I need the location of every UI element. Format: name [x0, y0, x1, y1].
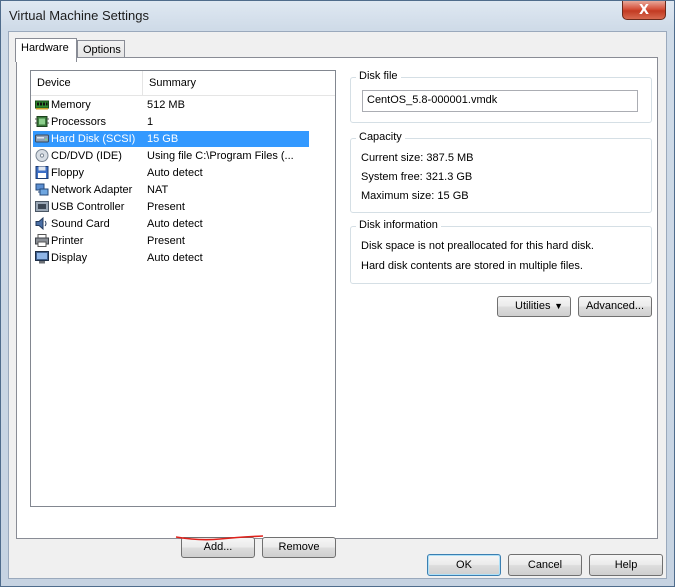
device-row-usb-controller[interactable]: USB Controller Present: [33, 199, 309, 215]
close-icon: X: [638, 2, 650, 18]
device-list[interactable]: Device Summary Memory 512 MB Processors …: [30, 70, 336, 507]
device-name: Network Adapter: [51, 184, 133, 196]
device-row-hard-disk[interactable]: Hard Disk (SCSI) 15 GB: [33, 131, 309, 147]
help-button-label: Help: [614, 559, 638, 571]
device-name: USB Controller: [51, 201, 125, 213]
device-name: Sound Card: [51, 218, 110, 230]
device-row-network-adapter[interactable]: Network Adapter NAT: [33, 182, 309, 198]
disk-information-label: Disk information: [356, 219, 441, 231]
tab-options-label: Options: [83, 44, 121, 56]
advanced-button-label: Advanced...: [585, 300, 645, 312]
capacity-group: Capacity Current size: 387.5 MB System f…: [350, 131, 652, 213]
sound-card-icon: [35, 217, 47, 230]
tab-hardware-label: Hardware: [21, 42, 69, 54]
tab-hardware[interactable]: Hardware: [15, 38, 77, 62]
help-button[interactable]: Help: [589, 554, 663, 576]
disk-file-label: Disk file: [356, 70, 401, 82]
red-underline-annotation: [175, 535, 264, 541]
utilities-button-label: Utilities: [515, 300, 551, 312]
column-summary-label: Summary: [149, 77, 197, 89]
current-size-text: Current size: 387.5 MB: [361, 152, 474, 164]
device-summary: Present: [147, 201, 185, 213]
remove-button[interactable]: Remove: [262, 537, 336, 558]
device-row-sound-card[interactable]: Sound Card Auto detect: [33, 216, 309, 232]
device-row-printer[interactable]: Printer Present: [33, 233, 309, 249]
device-list-header: Device Summary: [31, 71, 335, 96]
maximum-size-text: Maximum size: 15 GB: [361, 190, 469, 202]
hard-disk-icon: [35, 134, 49, 143]
add-button-label: Add...: [203, 541, 233, 553]
network-adapter-icon: [35, 183, 49, 196]
device-summary: Auto detect: [147, 252, 203, 264]
column-header-device[interactable]: Device: [31, 71, 143, 95]
floppy-icon: [35, 166, 49, 179]
device-row-floppy[interactable]: Floppy Auto detect: [33, 165, 309, 181]
device-name: Processors: [51, 116, 107, 128]
disk-file-group: Disk file CentOS_5.8-000001.vmdk: [350, 70, 652, 123]
memory-icon: [35, 100, 49, 110]
cancel-button-label: Cancel: [527, 559, 563, 571]
dropdown-arrow-icon: ▼: [554, 301, 563, 311]
device-summary: NAT: [147, 184, 169, 196]
device-name: Hard Disk (SCSI): [51, 133, 136, 145]
capacity-label: Capacity: [356, 131, 405, 143]
device-name: Floppy: [51, 167, 85, 179]
device-row-memory[interactable]: Memory 512 MB: [33, 97, 309, 113]
device-summary: Auto detect: [147, 167, 203, 179]
device-row-display[interactable]: Display Auto detect: [33, 250, 309, 266]
hardware-tab-panel: Device Summary Memory 512 MB Processors …: [16, 57, 658, 558]
ok-button-label: OK: [456, 559, 472, 571]
advanced-button[interactable]: Advanced...: [578, 296, 652, 317]
title-bar[interactable]: Virtual Machine Settings X: [1, 1, 674, 31]
processor-icon: [35, 116, 49, 127]
device-summary: 1: [147, 116, 154, 128]
device-name: Memory: [51, 99, 91, 111]
close-button[interactable]: X: [622, 1, 666, 20]
column-device-label: Device: [37, 77, 71, 89]
dialog-body: Hardware Options Device Summary Memory 5…: [8, 31, 667, 579]
device-summary: Auto detect: [147, 218, 203, 230]
device-row-cd-dvd[interactable]: CD/DVD (IDE) Using file C:\Program Files…: [33, 148, 309, 164]
disk-info-multiple-files-text: Hard disk contents are stored in multipl…: [361, 260, 583, 272]
vm-settings-window: Virtual Machine Settings X Hardware Opti…: [0, 0, 675, 587]
window-title: Virtual Machine Settings: [9, 8, 149, 23]
disk-information-group: Disk information Disk space is not preal…: [350, 219, 652, 284]
device-row-processors[interactable]: Processors 1: [33, 114, 309, 130]
cd-dvd-icon: [35, 149, 49, 162]
column-header-summary[interactable]: Summary: [143, 71, 336, 95]
ok-button[interactable]: OK: [427, 554, 501, 576]
device-summary: 15 GB: [147, 133, 179, 145]
remove-button-label: Remove: [278, 541, 320, 553]
device-name: Display: [51, 252, 88, 264]
device-summary: Present: [147, 235, 185, 247]
disk-file-field[interactable]: CentOS_5.8-000001.vmdk: [362, 90, 638, 112]
system-free-text: System free: 321.3 GB: [361, 171, 473, 183]
disk-info-preallocation-text: Disk space is not preallocated for this …: [361, 240, 594, 252]
device-summary: 512 MB: [147, 99, 185, 111]
device-name: Printer: [51, 235, 84, 247]
usb-controller-icon: [35, 201, 49, 212]
device-name: CD/DVD (IDE): [51, 150, 122, 162]
cancel-button[interactable]: Cancel: [508, 554, 582, 576]
disk-file-value: CentOS_5.8-000001.vmdk: [367, 94, 498, 106]
utilities-dropdown-button[interactable]: Utilities ▼: [497, 296, 571, 317]
display-icon: [35, 251, 49, 264]
device-summary: Using file C:\Program Files (...: [147, 150, 294, 162]
printer-icon: [35, 234, 49, 247]
